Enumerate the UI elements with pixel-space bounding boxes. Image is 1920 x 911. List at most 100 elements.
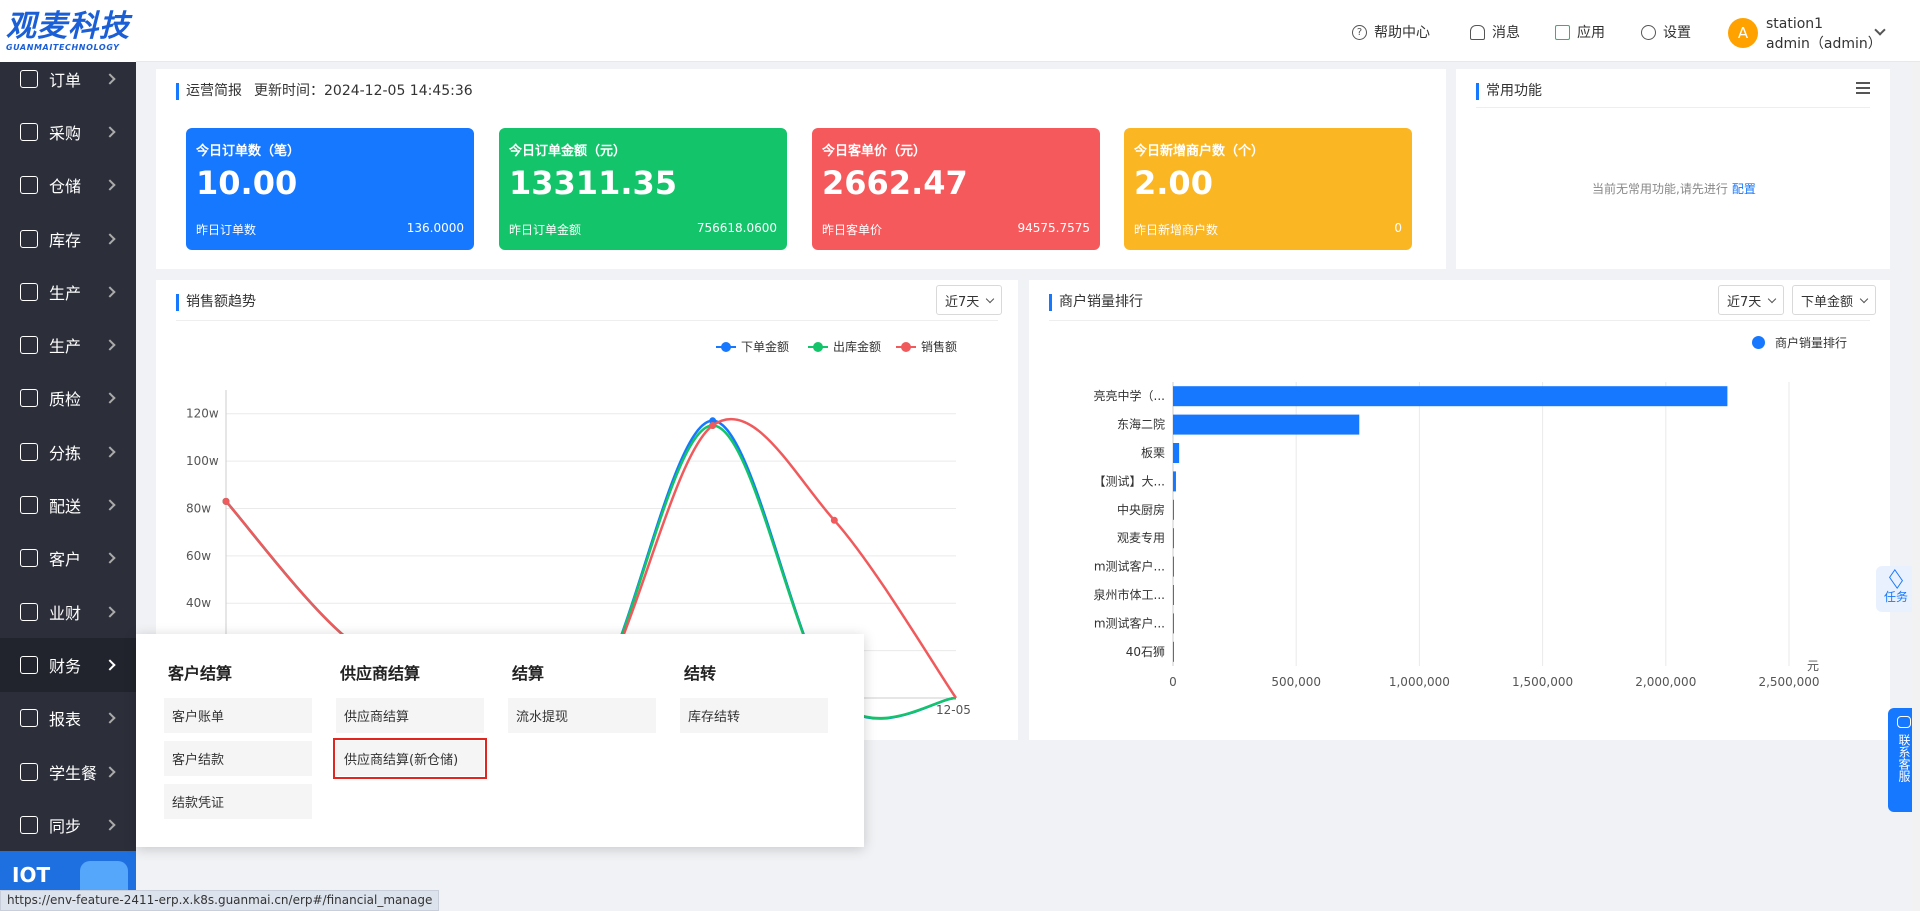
submenu-entry[interactable]: 客户结款	[164, 741, 312, 776]
stat-foot-label: 昨日订单金额	[509, 223, 582, 237]
y-tick-label: 60w	[186, 549, 211, 563]
sidebar-item[interactable]: 业财	[0, 585, 136, 638]
sidebar-item[interactable]: 报表	[0, 692, 136, 745]
help-center-link[interactable]: ? 帮助中心	[1352, 22, 1430, 42]
stat-label: 今日订单数（笔）	[196, 144, 301, 159]
chevron-right-icon	[104, 765, 116, 778]
sidebar-item[interactable]: 学生餐	[0, 745, 136, 798]
avatar[interactable]: A	[1728, 18, 1758, 48]
y-tick-label: 东海二院	[1117, 417, 1165, 432]
stat-value: 2662.47	[822, 164, 968, 202]
y-tick-label: m测试客户...	[1094, 559, 1165, 574]
logo-sub-text: GUANMAITECHNOLOGY	[6, 42, 120, 52]
sales-range-value: 近7天	[945, 294, 980, 310]
messages-link[interactable]: 消息	[1470, 22, 1520, 42]
chevron-right-icon	[104, 552, 116, 564]
sort-icon	[20, 442, 38, 461]
y-tick-label: 40石狮	[1126, 645, 1165, 659]
sidebar-item[interactable]: 采购	[0, 105, 136, 158]
bar	[1173, 386, 1728, 407]
merchant-rank-title: 商户销量排行	[1049, 294, 1143, 311]
sidebar-item[interactable]: 质检	[0, 372, 136, 425]
common-title: 常用功能	[1476, 83, 1542, 100]
x-tick-label: 2,000,000	[1635, 675, 1696, 689]
sync-icon	[20, 815, 38, 834]
x-tick-label: 1,500,000	[1512, 675, 1573, 689]
bar	[1173, 585, 1174, 605]
page-scrollbar[interactable]	[1912, 62, 1920, 911]
submenu-entry[interactable]: 供应商结算(新仓储)	[333, 738, 487, 779]
chevron-down-icon	[986, 294, 995, 303]
sidebar-item[interactable]: 客户	[0, 532, 136, 585]
messages-label: 消息	[1492, 25, 1520, 41]
sales-range-select[interactable]: 近7天	[936, 285, 1003, 315]
report-updated-time: 更新时间：2024-12-05 14:45:36	[254, 83, 473, 99]
sales-legend-item[interactable]: 下单金额	[716, 338, 789, 355]
sales-legend-item[interactable]: 销售额	[896, 338, 957, 355]
merchant-legend[interactable]: 商户销量排行	[1752, 334, 1847, 351]
chevron-right-icon	[104, 446, 116, 458]
submenu-entry[interactable]: 结款凭证	[164, 784, 312, 819]
inventory-icon	[20, 229, 38, 248]
submenu-entry[interactable]: 流水提现	[508, 698, 656, 733]
chevron-right-icon	[104, 339, 116, 351]
task-tab[interactable]: 任务	[1876, 566, 1916, 612]
truck-icon	[20, 496, 38, 515]
submenu-entry[interactable]: 库存结转	[680, 698, 828, 733]
stat-label: 今日新增商户数（个）	[1134, 144, 1265, 159]
sidebar-item[interactable]: 订单	[0, 52, 136, 105]
sidebar-item-label: 生产	[49, 337, 82, 357]
bar	[1173, 443, 1180, 463]
finance-submenu: 客户结算 客户账单 客户结款 结款凭证 供应商结算 供应商结算 供应商结算(新仓储) 结算 流水…	[136, 634, 864, 847]
sidebar-item[interactable]: 库存	[0, 212, 136, 265]
stat-foot-label: 昨日客单价	[822, 223, 883, 237]
submenu-column: 客户结算 客户账单 客户结款 结款凭证	[164, 660, 312, 827]
divider	[176, 320, 998, 321]
submenu-entry[interactable]: 供应商结算	[336, 698, 484, 733]
config-link[interactable]: 配置	[1732, 182, 1756, 196]
chevron-down-icon	[1859, 294, 1869, 303]
stat-foot-label: 昨日新增商户数	[1134, 223, 1219, 237]
divider	[1476, 107, 1870, 108]
merchant-metric-select[interactable]: 下单金额	[1792, 285, 1877, 315]
submenu-heading: 供应商结算	[340, 664, 421, 683]
sidebar-item-label: 学生餐	[49, 763, 98, 783]
sidebar-item[interactable]: 生产	[0, 265, 136, 318]
sales-legend-item[interactable]: 出库金额	[808, 338, 881, 355]
settings-link[interactable]: 设置	[1641, 22, 1691, 42]
sidebar-item[interactable]: 同步	[0, 798, 136, 851]
legend-label: 销售额	[921, 340, 958, 354]
x-tick-label: 12-05	[936, 703, 971, 717]
iot-label: IOT	[12, 863, 51, 887]
y-tick-label: 【测试】大...	[1094, 473, 1165, 488]
sidebar-item[interactable]: 仓储	[0, 159, 136, 212]
x-tick-label: 1,000,000	[1389, 675, 1450, 689]
sidebar-item[interactable]: 生产	[0, 318, 136, 371]
y-tick-label: m测试客户...	[1094, 615, 1165, 630]
chevron-right-icon	[104, 72, 116, 85]
sidebar-item[interactable]: 分拣	[0, 425, 136, 478]
sidebar-item[interactable]: 财务	[0, 638, 136, 692]
user-info[interactable]: station1 admin（admin）	[1766, 14, 1882, 54]
stat-footer: 昨日订单金额 756618.0600	[509, 221, 777, 238]
x-tick-label: 0	[1169, 675, 1177, 689]
bar	[1173, 613, 1174, 634]
chevron-right-icon	[104, 605, 116, 618]
merchant-legend-label: 商户销量排行	[1775, 336, 1848, 350]
report-icon	[20, 709, 38, 728]
y-tick-label: 亮亮中学（...	[1094, 388, 1165, 403]
chevron-right-icon	[104, 712, 116, 724]
station-name: station1	[1766, 16, 1824, 32]
y-tick-label: 板栗	[1141, 446, 1165, 460]
chevron-right-icon	[104, 659, 116, 671]
submenu-entry[interactable]: 客户账单	[164, 698, 312, 733]
legend-line-icon	[716, 341, 736, 352]
top-header: ? 帮助中心 消息 应用 设置	[136, 0, 1920, 62]
apps-link[interactable]: 应用	[1555, 22, 1605, 42]
merchant-range-select[interactable]: 近7天	[1718, 285, 1785, 315]
sliders-icon[interactable]	[1856, 82, 1870, 94]
sidebar-item-label: 财务	[49, 656, 82, 676]
report-title: 运营简报 更新时间：2024-12-05 14:45:36	[176, 83, 473, 100]
common-empty-tip: 当前无常用功能,请先进行 配置	[1592, 180, 1756, 197]
sidebar-item[interactable]: 配送	[0, 478, 136, 531]
